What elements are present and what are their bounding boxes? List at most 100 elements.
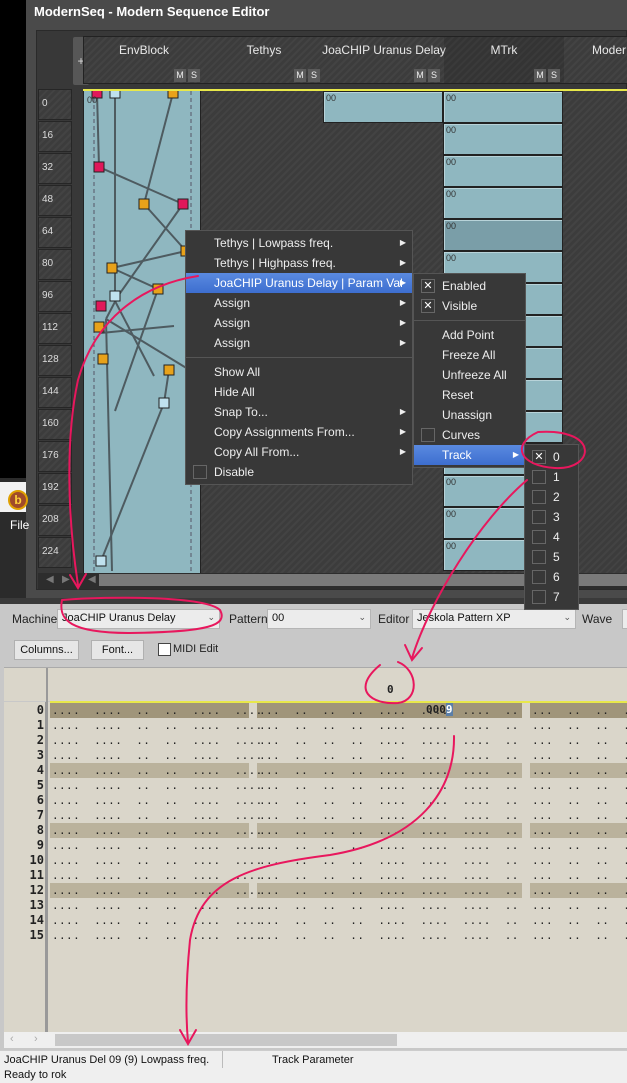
checkbox[interactable]: ✕	[532, 450, 546, 464]
pattern-select[interactable]: 00 ⌄	[267, 609, 371, 629]
mute-button[interactable]: M	[174, 69, 186, 82]
envelope-point[interactable]	[138, 198, 150, 210]
scroll-left-icon[interactable]: ‹	[10, 1033, 14, 1045]
envelope-point[interactable]	[152, 283, 164, 295]
pattern-block[interactable]: 00	[443, 91, 563, 123]
solo-button[interactable]: S	[188, 69, 200, 82]
track-number-header[interactable]: 0	[387, 683, 394, 696]
menu-item-assign[interactable]: Assign ▶	[186, 293, 412, 313]
pattern-row[interactable]: .... .... .. .. .... ....... .. .. .. ..…	[50, 763, 627, 778]
pattern-row[interactable]: .... .... .. .. .... ....... .. .. .. ..…	[50, 823, 627, 838]
menu-item-6[interactable]: 6	[525, 567, 578, 587]
column-header-modern[interactable]: Moder	[564, 37, 627, 83]
menu-item-add-point[interactable]: Add Point	[414, 325, 525, 345]
menu-item-track[interactable]: Track ▶	[414, 445, 525, 465]
pattern-row[interactable]: .... .... .. .. .... ....... .. .. .. ..…	[50, 883, 627, 898]
menu-item-3[interactable]: 3	[525, 507, 578, 527]
envelope-point[interactable]	[109, 290, 121, 302]
menu-item-disable[interactable]: Disable	[186, 462, 412, 482]
envelope-point[interactable]	[158, 397, 170, 409]
envelope-point[interactable]	[93, 161, 105, 173]
pattern-row[interactable]: .... .... .. .. .... ....... .. .. .. ..…	[50, 778, 627, 793]
checkbox[interactable]: ✕	[421, 299, 435, 313]
midi-edit-checkbox[interactable]	[158, 643, 171, 656]
pattern-row[interactable]: .... .... .. .. .... ....... .. .. .. ..…	[50, 718, 627, 733]
mute-button[interactable]: M	[294, 69, 306, 82]
solo-button[interactable]: S	[308, 69, 320, 82]
envelope-point[interactable]	[163, 364, 175, 376]
wave-select[interactable]	[622, 609, 627, 629]
menu-item-unassign[interactable]: Unassign	[414, 405, 525, 425]
envelope-point[interactable]	[106, 262, 118, 274]
envelope-point[interactable]	[109, 87, 121, 99]
editor-select[interactable]: Jeskola Pattern XP ⌄	[412, 609, 576, 629]
mute-button[interactable]: M	[414, 69, 426, 82]
envelope-point[interactable]	[95, 300, 107, 312]
menu-item-5[interactable]: 5	[525, 547, 578, 567]
font-button[interactable]: Font...	[91, 640, 144, 660]
menu-item-copy-assignments-from[interactable]: Copy Assignments From... ▶	[186, 422, 412, 442]
columns-button[interactable]: Columns...	[14, 640, 79, 660]
menu-item-visible[interactable]: ✕ Visible	[414, 296, 525, 316]
scroll-right-icon[interactable]: ›	[34, 1033, 38, 1045]
checkbox[interactable]	[532, 530, 546, 544]
mute-button[interactable]: M	[534, 69, 546, 82]
scroll-left-icon[interactable]: ◀	[46, 574, 54, 585]
pattern-row[interactable]: .... .... .. .. .... ....... .. .. .. ..…	[50, 733, 627, 748]
pattern-row[interactable]: .... .... .. .. .... ....... .. .. .. ..…	[50, 838, 627, 853]
checkbox[interactable]	[532, 570, 546, 584]
menu-item-snap-to[interactable]: Snap To... ▶	[186, 402, 412, 422]
column-header-envblock[interactable]: EnvBlock M S	[84, 37, 204, 83]
pattern-row[interactable]: .... .... .. .. .... ....... .. .. .. ..…	[50, 748, 627, 763]
envblock-column[interactable]: 00	[83, 87, 201, 575]
pattern-row[interactable]: .... .... .. .. .... ....... .. .. .. ..…	[50, 898, 627, 913]
pattern-row[interactable]: .... .... .. .. .... ....... .. .. .. ..…	[50, 793, 627, 808]
menu-item-copy-all-from[interactable]: Copy All From... ▶	[186, 442, 412, 462]
scroll-left-icon[interactable]: ◀	[88, 574, 96, 585]
checkbox[interactable]	[193, 465, 207, 479]
menu-item-4[interactable]: 4	[525, 527, 578, 547]
pattern-row[interactable]: .... .... .. .. .... ....... .. .. .. ..…	[50, 703, 627, 718]
pattern-block[interactable]: 00	[443, 123, 563, 155]
checkbox[interactable]: ✕	[421, 279, 435, 293]
menu-item-freeze-all[interactable]: Freeze All	[414, 345, 525, 365]
pattern-row[interactable]: .... .... .. .. .... ....... .. .. .. ..…	[50, 868, 627, 883]
menu-item-tethys-highpass-freq[interactable]: Tethys | Highpass freq. ▶	[186, 253, 412, 273]
checkbox[interactable]	[532, 490, 546, 504]
checkbox[interactable]	[532, 470, 546, 484]
menu-item-unfreeze-all[interactable]: Unfreeze All	[414, 365, 525, 385]
pattern-block[interactable]: 00	[323, 91, 443, 123]
pattern-block[interactable]: 00	[443, 187, 563, 219]
solo-button[interactable]: S	[548, 69, 560, 82]
pattern-block[interactable]: 00	[443, 155, 563, 187]
pattern-row[interactable]: .... .... .. .. .... ....... .. .. .. ..…	[50, 928, 627, 943]
menu-item-joachip-uranus-delay-param-val[interactable]: JoaCHIP Uranus Delay | Param Val ▶	[186, 273, 412, 293]
envelope-point[interactable]	[93, 321, 105, 333]
menu-item-show-all[interactable]: Show All	[186, 362, 412, 382]
menu-item-assign[interactable]: Assign ▶	[186, 313, 412, 333]
checkbox[interactable]	[532, 590, 546, 604]
machine-select[interactable]: JoaCHIP Uranus Delay ⌄	[57, 609, 220, 629]
envelope-point[interactable]	[177, 198, 189, 210]
cell-value[interactable]: 0009	[426, 703, 453, 716]
pattern-row[interactable]: .... .... .. .. .... ....... .. .. .. ..…	[50, 913, 627, 928]
menu-item-7[interactable]: 7	[525, 587, 578, 607]
menu-item-assign[interactable]: Assign ▶	[186, 333, 412, 353]
menu-item-enabled[interactable]: ✕ Enabled	[414, 276, 525, 296]
solo-button[interactable]: S	[428, 69, 440, 82]
scroll-right-icon[interactable]: ▶	[62, 574, 70, 585]
scrollbar-thumb[interactable]	[55, 1034, 397, 1046]
menu-item-reset[interactable]: Reset	[414, 385, 525, 405]
menu-item-0[interactable]: ✕ 0	[525, 447, 578, 467]
envelope-point[interactable]	[167, 87, 179, 99]
checkbox[interactable]	[421, 428, 435, 442]
pattern-row[interactable]: .... .... .. .. .... ....... .. .. .. ..…	[50, 853, 627, 868]
pattern-row[interactable]: .... .... .. .. .... ....... .. .. .. ..…	[50, 808, 627, 823]
column-header-uranus-delay[interactable]: JoaCHIP Uranus Delay M S	[322, 37, 446, 83]
menu-file[interactable]: File	[10, 518, 29, 532]
menu-item-1[interactable]: 1	[525, 467, 578, 487]
checkbox[interactable]	[532, 510, 546, 524]
checkbox[interactable]	[532, 550, 546, 564]
column-header-mtrk[interactable]: MTrk M S	[444, 37, 564, 83]
envelope-point[interactable]	[97, 353, 109, 365]
